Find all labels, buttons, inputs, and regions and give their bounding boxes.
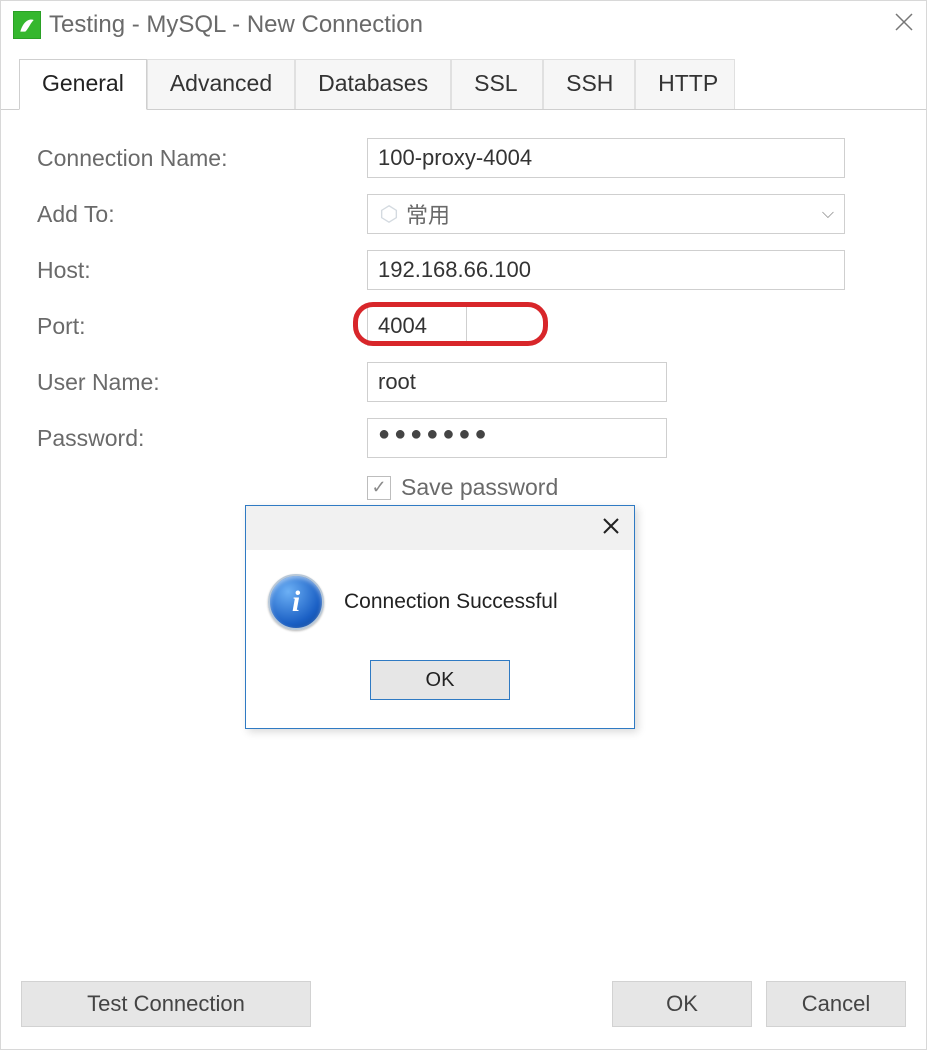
host-input[interactable]: [367, 250, 845, 290]
cancel-button[interactable]: Cancel: [766, 981, 906, 1027]
label-port: Port:: [37, 313, 367, 340]
form-area: Connection Name: Add To: 常用 ⌵ Host: Port…: [1, 110, 926, 521]
titlebar: Testing - MySQL - New Connection: [1, 1, 926, 49]
add-to-select[interactable]: 常用 ⌵: [367, 194, 845, 234]
label-host: Host:: [37, 257, 367, 284]
tab-http[interactable]: HTTP: [635, 59, 735, 109]
add-to-value: 常用: [406, 198, 822, 230]
folder-icon: [378, 203, 400, 225]
save-password-label: Save password: [401, 474, 558, 501]
ok-button[interactable]: OK: [612, 981, 752, 1027]
dialog-message: Connection Successful: [344, 590, 558, 614]
tab-databases[interactable]: Databases: [295, 59, 451, 109]
user-name-input[interactable]: [367, 362, 667, 402]
dialog-ok-button[interactable]: OK: [370, 660, 510, 700]
password-input[interactable]: ●●●●●●●: [367, 418, 667, 458]
label-password: Password:: [37, 425, 367, 452]
tab-bar: General Advanced Databases SSL SSH HTTP: [1, 59, 926, 110]
tab-ssl[interactable]: SSL: [451, 59, 543, 109]
footer-bar: Test Connection OK Cancel: [1, 965, 926, 1049]
tab-advanced[interactable]: Advanced: [147, 59, 295, 109]
test-connection-button[interactable]: Test Connection: [21, 981, 311, 1027]
close-icon[interactable]: [602, 515, 620, 541]
chevron-down-icon: ⌵: [822, 205, 834, 223]
dialog-titlebar: [246, 506, 634, 550]
label-connection-name: Connection Name:: [37, 145, 367, 172]
connection-name-input[interactable]: [367, 138, 845, 178]
info-icon: i: [268, 574, 324, 630]
save-password-checkbox[interactable]: ✓: [367, 476, 391, 500]
tab-general[interactable]: General: [19, 59, 147, 110]
port-input[interactable]: [367, 306, 467, 346]
label-add-to: Add To:: [37, 201, 367, 228]
window-title: Testing - MySQL - New Connection: [49, 11, 874, 39]
close-icon[interactable]: [874, 12, 914, 38]
label-user-name: User Name:: [37, 369, 367, 396]
connection-result-dialog: i Connection Successful OK: [245, 505, 635, 729]
tab-ssh[interactable]: SSH: [543, 59, 635, 109]
app-icon: [13, 11, 41, 39]
